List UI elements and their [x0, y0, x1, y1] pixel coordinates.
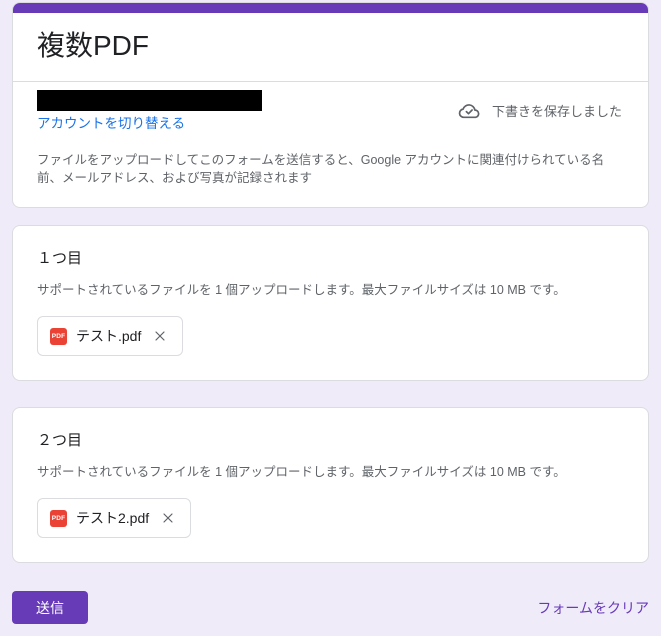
question-card-1: １つ目 サポートされているファイルを 1 個アップロードします。最大ファイルサイ… [12, 225, 649, 381]
account-record-notice: ファイルをアップロードしてこのフォームを送信すると、Google アカウントに関… [37, 153, 605, 185]
uploaded-file-chip: PDF テスト.pdf [37, 316, 184, 356]
cloud-done-icon [457, 99, 481, 123]
question-description: サポートされているファイルを 1 個アップロードします。最大ファイルサイズは 1… [37, 465, 566, 479]
redacted-account-email [37, 90, 262, 111]
close-icon [160, 510, 176, 526]
uploaded-file-name: テスト2.pdf [76, 510, 150, 526]
question-title: １つ目 [37, 250, 83, 267]
draft-saved-label: 下書きを保存しました [491, 104, 622, 119]
title-section: 複数PDF [13, 13, 648, 81]
theme-color-bar [13, 3, 648, 13]
form-page: 複数PDF アカウントを切り替える 下書きを保存しました ファイルをアップロード… [0, 0, 661, 636]
switch-account-link[interactable]: アカウントを切り替える [37, 115, 185, 132]
clear-form-link[interactable]: フォームをクリア [537, 598, 649, 618]
uploaded-file-name: テスト.pdf [76, 328, 142, 344]
pdf-file-icon: PDF [50, 327, 67, 345]
submit-button[interactable]: 送信 [12, 591, 88, 624]
form-header-card: 複数PDF アカウントを切り替える 下書きを保存しました ファイルをアップロード… [12, 2, 649, 208]
remove-file-button[interactable] [150, 326, 170, 346]
draft-saved-status: 下書きを保存しました [457, 99, 624, 123]
question-title: ２つ目 [37, 432, 83, 449]
uploaded-file-chip: PDF テスト2.pdf [37, 498, 192, 538]
pdf-file-icon: PDF [50, 509, 67, 527]
question-description: サポートされているファイルを 1 個アップロードします。最大ファイルサイズは 1… [37, 283, 566, 297]
close-icon [152, 328, 168, 344]
form-footer: 送信 フォームをクリア [12, 591, 649, 624]
account-info: アカウントを切り替える [37, 88, 262, 133]
account-section: アカウントを切り替える 下書きを保存しました ファイルをアップロードしてこのフォ… [13, 82, 648, 207]
remove-file-button[interactable] [158, 508, 178, 528]
form-title: 複数PDF [37, 30, 150, 61]
question-card-2: ２つ目 サポートされているファイルを 1 個アップロードします。最大ファイルサイ… [12, 407, 649, 563]
